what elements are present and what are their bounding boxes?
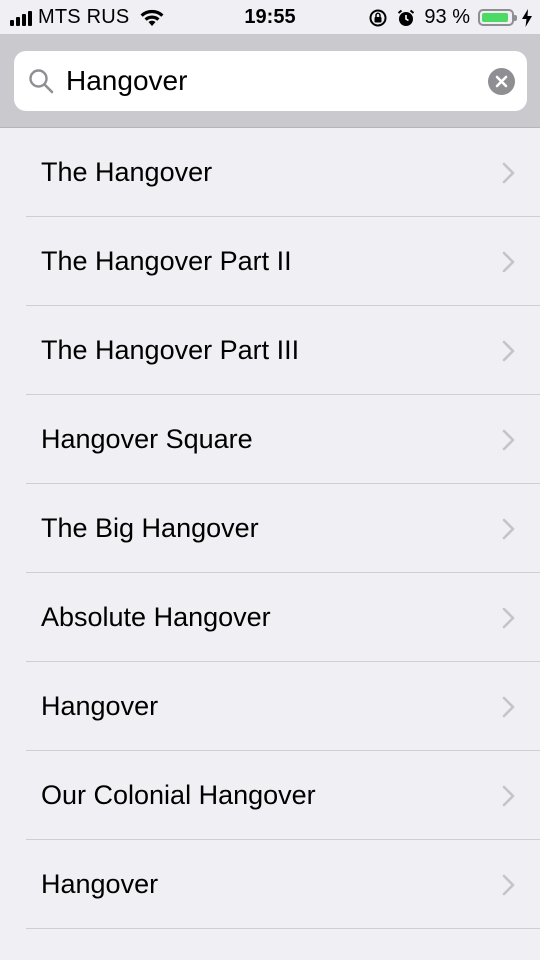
chevron-right-icon <box>502 518 515 540</box>
result-row[interactable]: Hangover <box>26 662 540 751</box>
chevron-right-icon <box>502 874 515 896</box>
result-title: Absolute Hangover <box>41 602 271 632</box>
chevron-right-icon <box>502 696 515 718</box>
clear-icon[interactable] <box>488 68 515 95</box>
search-bar <box>0 34 540 128</box>
chevron-right-icon <box>502 429 515 451</box>
result-row[interactable]: The Hangover Part III <box>26 306 540 395</box>
results-list: The Hangover The Hangover Part II The Hang… <box>0 128 540 929</box>
result-row[interactable]: The Hangover Part II <box>26 217 540 306</box>
chevron-right-icon <box>502 607 515 629</box>
search-input[interactable] <box>66 51 477 111</box>
battery-percent: 93 % <box>424 6 470 28</box>
result-row[interactable]: The Big Hangover <box>26 484 540 573</box>
alarm-icon <box>398 9 415 26</box>
battery-fill <box>482 13 509 22</box>
result-row[interactable]: Absolute Hangover <box>26 573 540 662</box>
chevron-right-icon <box>502 251 515 273</box>
result-title: Hangover <box>41 691 159 721</box>
result-title: Our Colonial Hangover <box>41 780 316 810</box>
battery-icon <box>478 9 517 26</box>
orientation-lock-icon <box>369 9 387 26</box>
result-title: Hangover Square <box>41 424 253 454</box>
result-title: The Hangover Part III <box>41 335 300 365</box>
search-box[interactable] <box>14 51 527 111</box>
chevron-right-icon <box>502 162 515 184</box>
status-bar-right: 93 % <box>368 6 532 29</box>
status-bar: MTS RUS 19:55 93 % <box>0 0 540 34</box>
charging-icon <box>522 8 532 27</box>
search-icon <box>29 69 54 94</box>
result-title: The Hangover Part II <box>41 246 292 276</box>
result-row[interactable]: Our Colonial Hangover <box>26 751 540 840</box>
result-row[interactable]: The Hangover <box>26 128 540 217</box>
result-title: The Big Hangover <box>41 513 259 543</box>
result-title: The Hangover <box>41 157 213 187</box>
chevron-right-icon <box>502 785 515 807</box>
chevron-right-icon <box>502 340 515 362</box>
result-title: Hangover <box>41 869 159 899</box>
result-row[interactable]: Hangover <box>26 840 540 929</box>
result-row[interactable]: Hangover Square <box>26 395 540 484</box>
